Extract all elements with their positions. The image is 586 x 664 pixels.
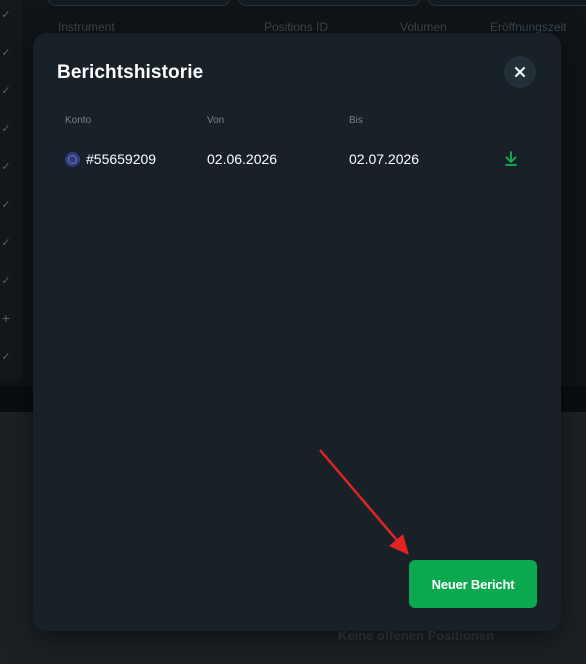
background-pill: [48, 0, 230, 6]
background-pill: [238, 0, 420, 6]
modal-title: Berichtshistorie: [57, 62, 204, 83]
background-pill: [428, 0, 586, 6]
close-icon: [515, 67, 525, 77]
column-header-to: Bis: [349, 115, 363, 126]
check-icon: ✓: [1, 123, 11, 135]
check-icon: ✓: [1, 351, 11, 363]
eu-flag-icon: [65, 151, 80, 167]
column-header-from: Von: [207, 115, 225, 126]
account-number: #55659209: [86, 151, 157, 167]
header-instrument: Instrument: [58, 20, 115, 34]
check-icon: ✓: [1, 237, 11, 249]
header-volume: Volumen: [400, 20, 447, 34]
check-icon: ✓: [1, 85, 11, 97]
check-icon: ✓: [1, 161, 11, 173]
account-cell: #55659209: [65, 151, 156, 167]
report-history-modal: Berichtshistorie Konto Von Bis #55659209…: [33, 33, 561, 631]
plus-icon: +: [1, 310, 11, 326]
column-header-account: Konto: [65, 115, 92, 126]
to-date: 02.07.2026: [349, 151, 420, 167]
download-icon[interactable]: [503, 150, 519, 168]
close-button[interactable]: [504, 56, 536, 88]
header-open-time: Eröffnungszeit: [490, 20, 567, 34]
check-icon: ✓: [1, 9, 11, 21]
check-icon: ✓: [1, 47, 11, 59]
check-icon: ✓: [1, 275, 11, 287]
new-report-button[interactable]: Neuer Bericht: [409, 560, 537, 608]
check-icon: ✓: [1, 199, 11, 211]
from-date: 02.06.2026: [207, 151, 278, 167]
header-position-id: Positions ID: [264, 20, 329, 34]
